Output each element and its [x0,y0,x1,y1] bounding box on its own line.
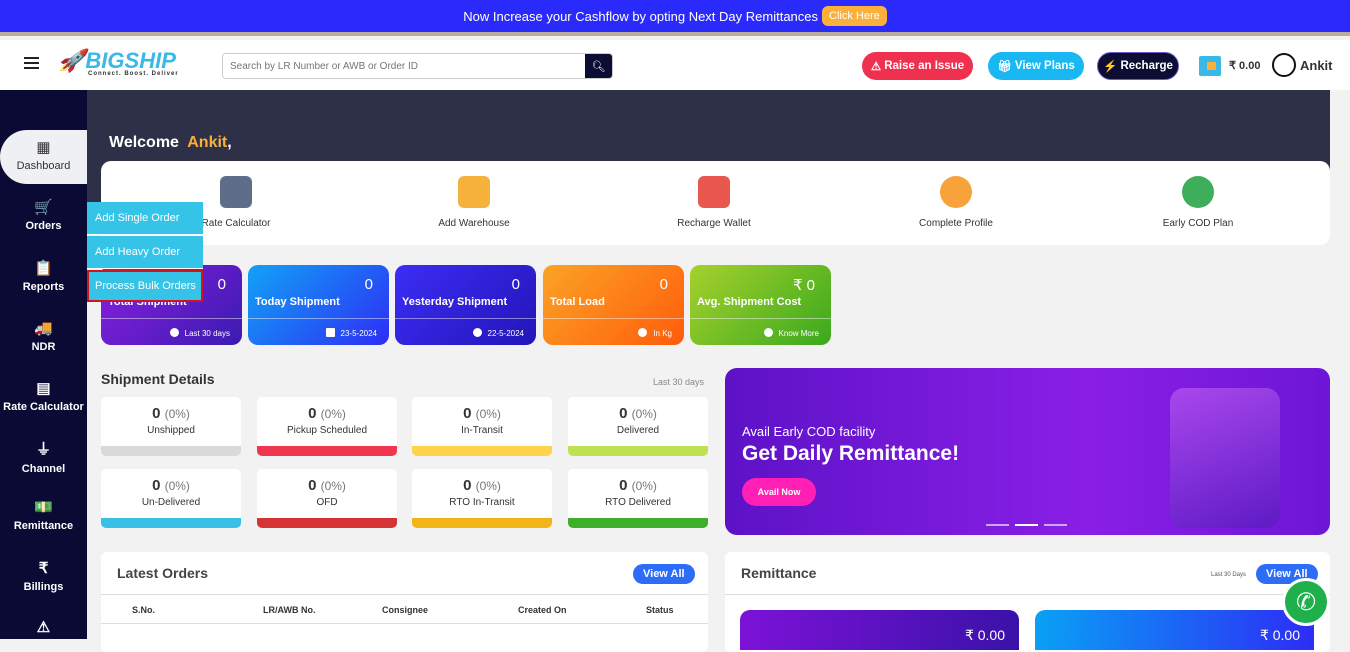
status-color-bar [568,446,708,456]
profile-icon [940,176,972,208]
phone-wallet-illustration [1170,388,1280,528]
sidebar-item-orders[interactable]: 🛒 Orders [0,198,87,232]
shipment-status-card[interactable]: 0 (0%) RTO In-Transit [412,469,552,528]
remittance-period: Last 30 Days [1211,572,1247,578]
banner-text: Now Increase your Cashflow by opting Nex… [463,8,819,24]
status-color-bar [101,446,241,456]
info-icon [472,328,482,337]
lightning-icon: ⚡ [1103,61,1118,73]
sidebar-item-billings[interactable]: ₹ Billings [0,559,87,593]
truck-icon: 🚚 [34,320,53,337]
status-color-bar [412,518,552,528]
info-icon [763,328,773,337]
dashboard-icon: ▦ [36,139,51,156]
sidebar-item-dashboard[interactable]: ▦ Dashboard [0,130,87,184]
stat-total-load[interactable]: 0 Total Load In Kg [543,265,684,345]
menu-item-add-single-order[interactable]: Add Single Order [87,202,203,235]
stat-today-shipment[interactable]: 0 Today Shipment 23-5-2024 [248,265,389,345]
carousel-dots[interactable] [986,524,1067,526]
shipment-status-card[interactable]: 0 (0%) Unshipped [101,397,241,456]
whatsapp-icon[interactable]: ✆ [1282,578,1330,626]
click-here-button[interactable]: Click Here [822,6,887,26]
raise-issue-button[interactable]: ⚠ Raise an Issue [862,52,973,80]
status-color-bar [101,518,241,528]
welcome-message: Welcome Ankit, [109,134,232,151]
stat-yesterday-shipment[interactable]: 0 Yesterday Shipment 22-5-2024 [395,265,536,345]
shipment-details-title: Shipment Details [101,371,215,387]
status-color-bar [257,446,397,456]
sidebar-item-ndr[interactable]: 🚚 NDR [0,319,87,353]
sidebar-item-rate-calculator[interactable]: ▤ Rate Calculator [0,379,87,413]
quick-action-complete-profile[interactable]: Complete Profile [886,176,1026,229]
rupee-icon: ₹ [38,560,49,577]
remittance-card: ₹ 0.00 [740,610,1019,650]
promo-banner[interactable]: Avail Early COD facility Get Daily Remit… [725,368,1330,535]
avail-now-button[interactable]: Avail Now [742,478,816,506]
stat-avg-shipment-cost[interactable]: ₹ 0 Avg. Shipment Cost Know More [690,265,831,345]
status-color-bar [257,518,397,528]
cart-icon: 🛒 [34,199,53,216]
search-input[interactable] [223,54,585,78]
shipment-status-card[interactable]: 0 (0%) Un-Delivered [101,469,241,528]
wallet-icon [698,176,730,208]
cash-icon [1182,176,1214,208]
remittance-panel: Remittance Last 30 Days View All ₹ 0.00 … [725,552,1330,652]
money-icon: 💵 [34,499,53,516]
user-name[interactable]: Ankit [1300,58,1333,73]
warehouse-icon [458,176,490,208]
avatar[interactable] [1272,53,1296,77]
feedback-icon: ⚠ [36,619,51,636]
search-button[interactable]: 🔍︎ [585,54,612,78]
recharge-button[interactable]: ⚡ Recharge [1097,52,1179,80]
wallet-icon[interactable] [1199,56,1221,76]
menu-item-process-bulk-orders[interactable]: Process Bulk Orders [87,270,203,302]
calendar-icon [325,328,335,337]
alert-icon: ⚠ [870,61,882,73]
sidebar-item-reports[interactable]: 📋 Reports [0,259,87,293]
wallet-balance: ₹ 0.00 [1229,60,1261,72]
menu-item-add-heavy-order[interactable]: Add Heavy Order [87,236,203,269]
sidebar-item-remittance[interactable]: 💵 Remittance [0,498,87,532]
quick-action-early-cod[interactable]: Early COD Plan [1128,176,1268,229]
sidebar-item-channel[interactable]: ⏚ Channel [0,438,87,475]
latest-orders-view-all[interactable]: View All [633,564,695,584]
quick-actions: Rate Calculator Add Warehouse Recharge W… [101,161,1330,245]
shipment-status-card[interactable]: 0 (0%) OFD [257,469,397,528]
plug-icon: ⏚ [35,441,51,458]
announcement-banner: Now Increase your Cashflow by opting Nex… [0,0,1350,36]
remittance-title: Remittance [741,565,817,581]
search-bar: 🔍︎ [222,53,613,79]
logo[interactable]: 🚀BIGSHIP Connect. Boost. Deliver [58,48,179,77]
info-icon [169,328,179,337]
shipment-status-card[interactable]: 0 (0%) Pickup Scheduled [257,397,397,456]
orders-table-header: S.No. LR/AWB No. Consignee Created On St… [101,594,708,624]
shipment-status-card[interactable]: 0 (0%) Delivered [568,397,708,456]
shipment-status-card[interactable]: 0 (0%) In-Transit [412,397,552,456]
status-color-bar [412,446,552,456]
shipment-details-period: Last 30 days [653,377,705,387]
quick-action-recharge-wallet[interactable]: Recharge Wallet [644,176,784,229]
sidebar-item-support[interactable]: ⚠ [0,618,87,640]
top-header: 🚀BIGSHIPConnect. Boost. Deliver 🔍︎ ⚠Rais… [0,40,1350,90]
latest-orders-title: Latest Orders [117,565,209,581]
shipment-status-card[interactable]: 0 (0%) RTO Delivered [568,469,708,528]
clipboard-icon: 📋 [34,260,53,277]
gift-icon: 🎁︎ [997,61,1012,73]
search-icon: 🔍︎ [591,60,606,73]
calculator-icon [220,176,252,208]
sidebar: ▦ Dashboard 🛒 Orders 📋 Reports 🚚 NDR ▤ Rate C… [0,90,87,639]
info-icon [638,328,648,337]
calculator-icon: ▤ [36,380,51,397]
status-color-bar [568,518,708,528]
quick-action-add-warehouse[interactable]: Add Warehouse [404,176,544,229]
remittance-card: ₹ 0.00 [1035,610,1314,650]
latest-orders-panel: Latest Orders View All S.No. LR/AWB No. … [101,552,708,652]
menu-icon[interactable] [24,57,39,72]
view-plans-button[interactable]: 🎁︎ View Plans [988,52,1084,80]
